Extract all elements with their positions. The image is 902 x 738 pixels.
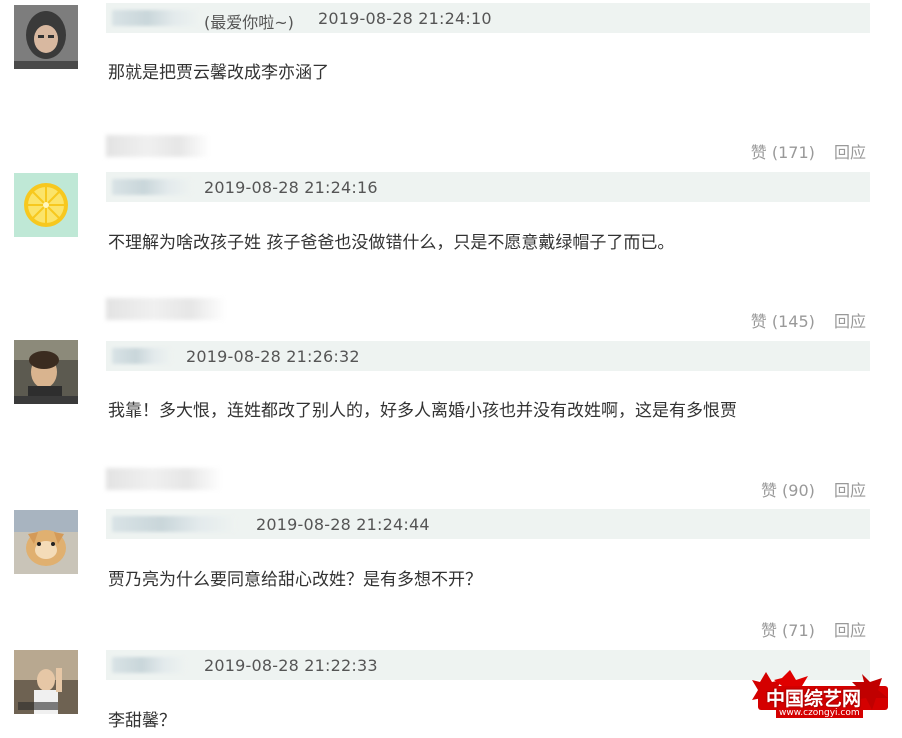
- watermark-title: 中国综艺网: [766, 688, 862, 710]
- comment-actions: 赞 (90) 回应: [747, 477, 866, 501]
- comment-timestamp: 2019-08-28 21:24:44: [256, 515, 430, 534]
- reply-username-blurred: [106, 468, 222, 490]
- comment-text: 那就是把贾云馨改成李亦涵了: [108, 63, 329, 83]
- reply-button[interactable]: 回应: [834, 481, 866, 500]
- like-button[interactable]: 赞 (171): [751, 143, 815, 162]
- comment-actions: 赞 (145) 回应: [737, 308, 866, 332]
- reply-username-blurred: [106, 298, 226, 320]
- nickname-suffix: (最爱你啦~): [204, 13, 294, 32]
- comment-actions: 赞 (71) 回应: [747, 617, 866, 641]
- comment-text: 贾乃亮为什么要同意给甜心改姓？是有多想不开？: [108, 570, 482, 590]
- comment-timestamp: 2019-08-28 21:24:16: [204, 178, 378, 197]
- username[interactable]: [112, 657, 186, 673]
- comment-meta: 2019-08-28 21:24:44: [106, 509, 870, 539]
- username[interactable]: [112, 10, 200, 26]
- comment-timestamp: 2019-08-28 21:24:10: [318, 9, 492, 28]
- username[interactable]: [112, 516, 236, 532]
- avatar[interactable]: [14, 650, 78, 714]
- reply-button[interactable]: 回应: [834, 312, 866, 331]
- comment-meta: 2019-08-28 21:26:32: [106, 341, 870, 371]
- comment-meta: 2019-08-28 21:24:16: [106, 172, 870, 202]
- like-button[interactable]: 赞 (145): [751, 312, 815, 331]
- comment-text: 不理解为啥改孩子姓 孩子爸爸也没做错什么，只是不愿意戴绿帽子了而已。: [108, 233, 675, 253]
- avatar[interactable]: [14, 5, 78, 69]
- site-watermark: 中国综艺网 www.czongyi.com: [752, 668, 892, 728]
- comment-timestamp: 2019-08-28 21:26:32: [186, 347, 360, 366]
- comment-text: 李甜馨？: [108, 711, 176, 731]
- watermark-url: www.czongyi.com: [776, 708, 863, 718]
- comment-meta: (最爱你啦~) 2019-08-28 21:24:10: [106, 3, 870, 33]
- avatar[interactable]: [14, 510, 78, 574]
- like-button[interactable]: 赞 (90): [761, 481, 815, 500]
- comment-actions: 赞 (171) 回应: [737, 139, 866, 163]
- reply-button[interactable]: 回应: [834, 621, 866, 640]
- reply-username-blurred: [106, 135, 210, 157]
- reply-button[interactable]: 回应: [834, 143, 866, 162]
- username[interactable]: [112, 179, 192, 195]
- avatar[interactable]: [14, 173, 78, 237]
- like-button[interactable]: 赞 (71): [761, 621, 815, 640]
- comment-text: 我靠！多大恨，连姓都改了别人的，好多人离婚小孩也并没有改姓啊，这是有多恨贾: [108, 401, 737, 421]
- comment-timestamp: 2019-08-28 21:22:33: [204, 656, 378, 675]
- username[interactable]: [112, 348, 172, 364]
- avatar[interactable]: [14, 340, 78, 404]
